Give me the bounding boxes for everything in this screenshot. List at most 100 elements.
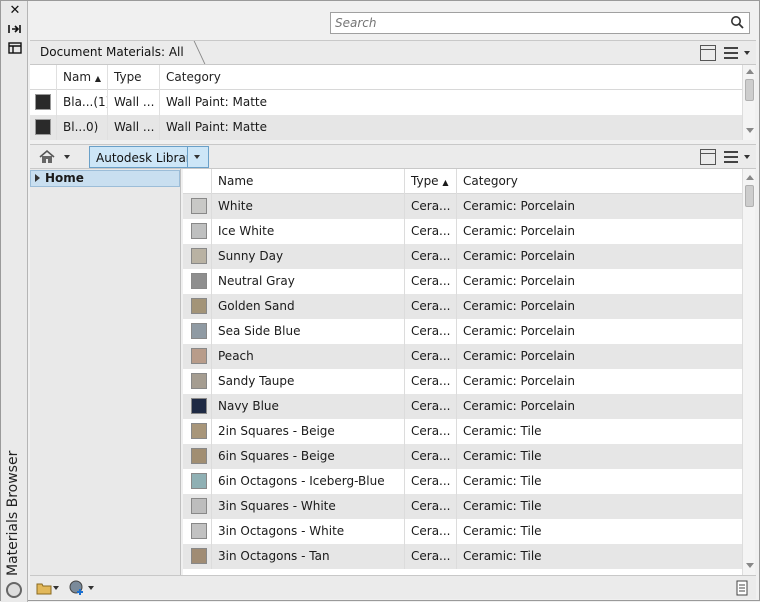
material-category: Ceramic: Porcelain bbox=[463, 199, 575, 213]
table-row[interactable]: Bl...0) Wall ... Wall Paint: Matte bbox=[30, 115, 742, 140]
material-name: 3in Octagons - Tan bbox=[212, 544, 405, 569]
material-name: Peach bbox=[212, 344, 405, 369]
material-swatch bbox=[191, 348, 207, 364]
material-name: 6in Octagons - Iceberg-Blue bbox=[212, 469, 405, 494]
panel-title: Materials Browser bbox=[5, 450, 21, 576]
material-category: Ceramic: Porcelain bbox=[463, 299, 575, 313]
table-row[interactable]: Peach Cera... Ceramic: Porcelain bbox=[183, 344, 742, 369]
table-row[interactable]: Navy Blue Cera... Ceramic: Porcelain bbox=[183, 394, 742, 419]
document-materials-table: Nam ▲ Type Category Bla...(1) Wall ... W… bbox=[30, 64, 742, 140]
home-icon[interactable] bbox=[38, 149, 56, 165]
library-manage-icon[interactable] bbox=[36, 580, 52, 596]
table-row[interactable]: Golden Sand Cera... Ceramic: Porcelain bbox=[183, 294, 742, 319]
panel-title-strip: ✕ Materials Browser bbox=[1, 1, 28, 602]
material-swatch bbox=[191, 523, 207, 539]
table-row[interactable]: Sunny Day Cera... Ceramic: Porcelain bbox=[183, 244, 742, 269]
material-category: Ceramic: Tile bbox=[463, 474, 542, 488]
material-name: Navy Blue bbox=[212, 394, 405, 419]
column-header-name[interactable]: Nam ▲ bbox=[57, 64, 108, 90]
material-category: Ceramic: Tile bbox=[463, 424, 542, 438]
library-manage-dropdown-icon[interactable] bbox=[53, 586, 59, 590]
material-name: 6in Squares - Beige bbox=[212, 444, 405, 469]
column-header-type[interactable]: Type bbox=[108, 64, 160, 90]
table-row[interactable]: 3in Octagons - White Cera... Ceramic: Tile bbox=[183, 519, 742, 544]
library-tree: Home bbox=[30, 169, 181, 575]
material-swatch bbox=[191, 298, 207, 314]
bottom-toolbar bbox=[30, 575, 756, 599]
document-materials-scrollbar[interactable] bbox=[742, 65, 755, 140]
view-options-dropdown-icon[interactable] bbox=[744, 155, 750, 159]
table-row[interactable]: Ice White Cera... Ceramic: Porcelain bbox=[183, 219, 742, 244]
create-material-dropdown-icon[interactable] bbox=[88, 586, 94, 590]
material-type: Cera... bbox=[405, 344, 457, 369]
table-row[interactable]: 6in Octagons - Iceberg-Blue Cera... Cerami… bbox=[183, 469, 742, 494]
table-header: Name Type ▲ Category bbox=[183, 169, 742, 194]
table-row[interactable]: Sandy Taupe Cera... Ceramic: Porcelain bbox=[183, 369, 742, 394]
panel-toggle-icon[interactable] bbox=[700, 45, 716, 61]
table-row[interactable]: 2in Squares - Beige Cera... Ceramic: Tile bbox=[183, 419, 742, 444]
material-type: Cera... bbox=[405, 519, 457, 544]
material-type: Cera... bbox=[405, 269, 457, 294]
material-type: Cera... bbox=[405, 544, 457, 569]
material-type: Cera... bbox=[405, 494, 457, 519]
material-name: Sandy Taupe bbox=[212, 369, 405, 394]
material-swatch bbox=[191, 498, 207, 514]
column-header-name[interactable]: Name bbox=[212, 169, 405, 194]
material-category: Ceramic: Porcelain bbox=[463, 374, 575, 388]
table-row[interactable]: Sea Side Blue Cera... Ceramic: Porcelain bbox=[183, 319, 742, 344]
material-name: Sunny Day bbox=[212, 244, 405, 269]
material-type: Cera... bbox=[405, 194, 457, 219]
home-dropdown-icon[interactable] bbox=[64, 155, 70, 159]
table-row[interactable]: 6in Squares - Beige Cera... Ceramic: Tile bbox=[183, 444, 742, 469]
material-type: Cera... bbox=[405, 469, 457, 494]
material-name: 2in Squares - Beige bbox=[212, 419, 405, 444]
material-swatch bbox=[191, 423, 207, 439]
material-name: Sea Side Blue bbox=[212, 319, 405, 344]
list-view-icon[interactable] bbox=[724, 45, 740, 61]
table-header: Nam ▲ Type Category bbox=[30, 64, 742, 90]
table-row[interactable]: 3in Squares - White Cera... Ceramic: Tile bbox=[183, 494, 742, 519]
material-swatch bbox=[191, 448, 207, 464]
material-category: Ceramic: Porcelain bbox=[463, 249, 575, 263]
material-category: Ceramic: Porcelain bbox=[463, 324, 575, 338]
table-row[interactable]: White Cera... Ceramic: Porcelain bbox=[183, 194, 742, 219]
view-options-dropdown-icon[interactable] bbox=[744, 51, 750, 55]
material-category: Ceramic: Tile bbox=[463, 449, 542, 463]
table-row[interactable]: 3in Octagons - Tan Cera... Ceramic: Tile bbox=[183, 544, 742, 569]
material-type: Cera... bbox=[405, 219, 457, 244]
material-type: Cera... bbox=[405, 419, 457, 444]
tree-item-home[interactable]: Home bbox=[30, 170, 180, 187]
material-name: 3in Octagons - White bbox=[212, 519, 405, 544]
material-category: Ceramic: Porcelain bbox=[463, 399, 575, 413]
document-materials-breadcrumb[interactable]: Document Materials: All bbox=[34, 41, 198, 64]
material-type: Cera... bbox=[405, 394, 457, 419]
material-category: Ceramic: Porcelain bbox=[463, 349, 575, 363]
search-icon[interactable] bbox=[730, 15, 744, 29]
library-dropdown-button[interactable] bbox=[187, 146, 209, 168]
material-swatch bbox=[191, 273, 207, 289]
list-view-icon[interactable] bbox=[724, 149, 740, 165]
library-scrollbar[interactable] bbox=[742, 169, 755, 575]
material-swatch bbox=[35, 93, 51, 110]
material-category: Ceramic: Porcelain bbox=[463, 274, 575, 288]
material-editor-icon[interactable] bbox=[736, 580, 748, 596]
column-header-category[interactable]: Category bbox=[457, 169, 742, 194]
column-header-type[interactable]: Type ▲ bbox=[405, 169, 457, 194]
material-swatch bbox=[35, 118, 51, 135]
column-header-category[interactable]: Category bbox=[160, 65, 742, 90]
material-name: Golden Sand bbox=[212, 294, 405, 319]
table-row[interactable]: Neutral Gray Cera... Ceramic: Porcelain bbox=[183, 269, 742, 294]
search-input[interactable] bbox=[331, 13, 721, 33]
properties-icon[interactable] bbox=[7, 42, 23, 56]
material-category: Ceramic: Tile bbox=[463, 499, 542, 513]
panel-toggle-icon[interactable] bbox=[700, 149, 716, 165]
close-icon[interactable]: ✕ bbox=[7, 4, 23, 18]
material-swatch bbox=[191, 473, 207, 489]
auto-hide-icon[interactable] bbox=[7, 23, 23, 37]
material-name: Ice White bbox=[212, 219, 405, 244]
create-material-icon[interactable] bbox=[69, 580, 85, 596]
table-row[interactable]: Bla...(1) Wall ... Wall Paint: Matte bbox=[30, 90, 742, 115]
material-swatch bbox=[191, 223, 207, 239]
material-swatch bbox=[191, 373, 207, 389]
materials-browser-panel: ✕ Materials Browser Document Materials: … bbox=[0, 0, 760, 602]
